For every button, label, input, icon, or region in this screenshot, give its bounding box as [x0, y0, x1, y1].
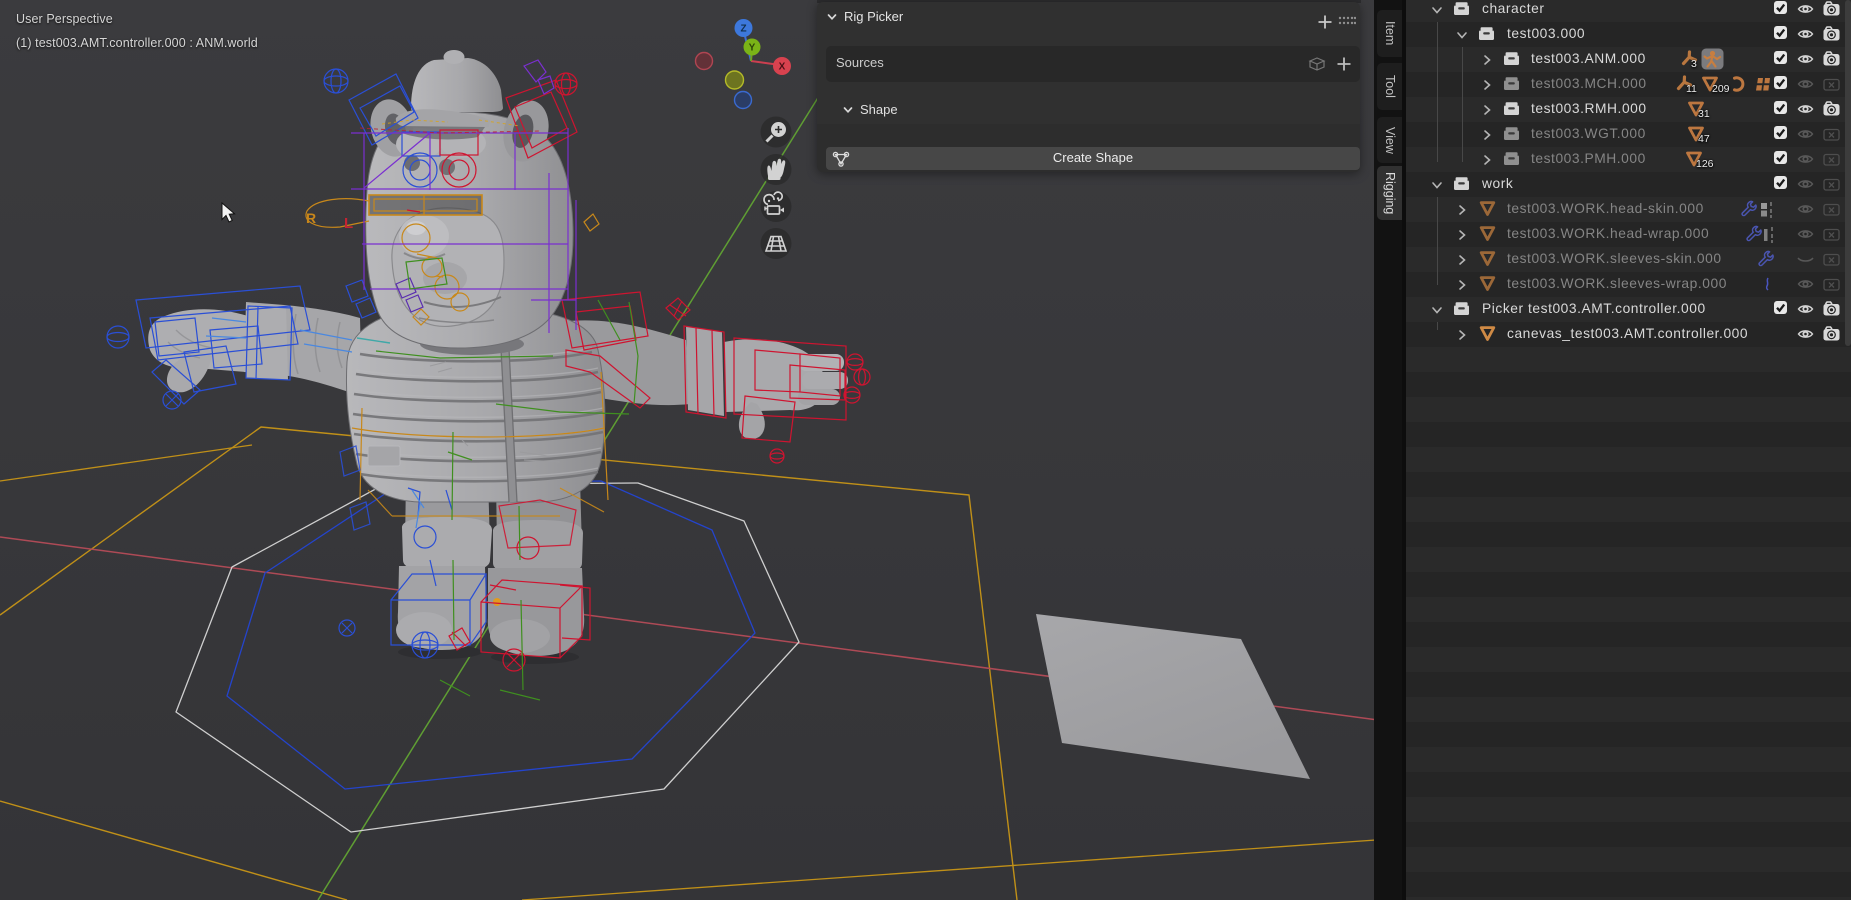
- svg-text:R: R: [306, 210, 316, 226]
- svg-text:X: X: [779, 62, 786, 73]
- svg-text:L: L: [344, 215, 353, 232]
- svg-text:Z: Z: [740, 24, 746, 35]
- svg-text:Y: Y: [749, 43, 756, 54]
